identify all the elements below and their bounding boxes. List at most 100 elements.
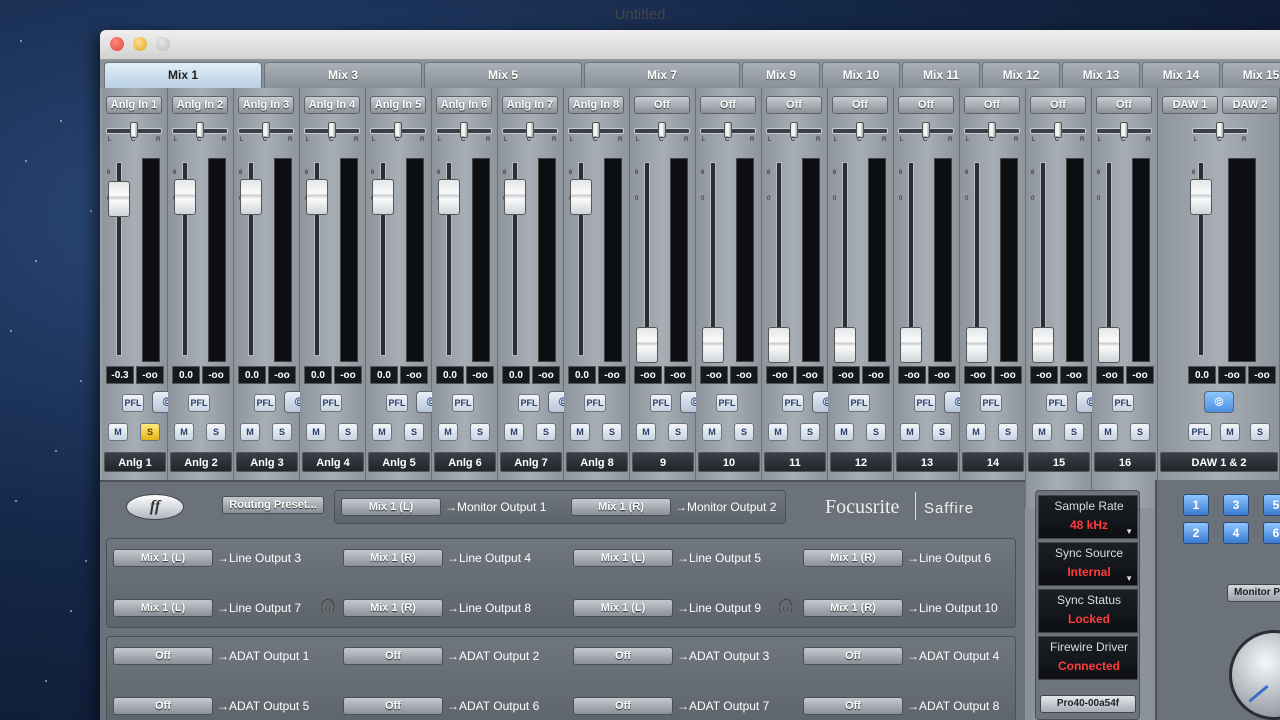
- pan-knob[interactable]: [1054, 122, 1062, 138]
- solo-button[interactable]: S: [404, 423, 424, 441]
- input-source-button[interactable]: Off: [634, 96, 690, 114]
- solo-button[interactable]: S: [734, 423, 754, 441]
- fader-knob[interactable]: [834, 327, 856, 363]
- mute-button[interactable]: M: [636, 423, 656, 441]
- mute-button[interactable]: M: [900, 423, 920, 441]
- solo-button[interactable]: S: [536, 423, 556, 441]
- mute-button[interactable]: M: [306, 423, 326, 441]
- fader-knob[interactable]: [768, 327, 790, 363]
- routing-source-button[interactable]: Off: [343, 647, 443, 665]
- pan-knob[interactable]: [526, 122, 534, 138]
- fader-knob[interactable]: [174, 179, 196, 215]
- pan-knob[interactable]: [724, 122, 732, 138]
- input-source-button[interactable]: Anlg In 4: [304, 96, 360, 114]
- mute-button[interactable]: M: [1098, 423, 1118, 441]
- input-source-button[interactable]: Anlg In 3: [238, 96, 294, 114]
- input-source-button[interactable]: Off: [766, 96, 822, 114]
- pfl-button[interactable]: PFL: [782, 394, 804, 412]
- pfl-button[interactable]: PFL: [584, 394, 606, 412]
- input-source-button[interactable]: Off: [700, 96, 756, 114]
- mute-button[interactable]: M: [768, 423, 788, 441]
- input-source-button[interactable]: Off: [832, 96, 888, 114]
- routing-source-button[interactable]: Mix 1 (R): [803, 549, 903, 567]
- pan-knob[interactable]: [460, 122, 468, 138]
- routing-source-button[interactable]: Off: [113, 647, 213, 665]
- solo-button[interactable]: S: [800, 423, 820, 441]
- pfl-button[interactable]: PFL: [716, 394, 738, 412]
- pan-slider[interactable]: LCR: [700, 122, 756, 144]
- pfl-button[interactable]: PFL: [914, 394, 936, 412]
- monitor-preset-button[interactable]: Monitor P: [1227, 584, 1280, 602]
- routing-source-button[interactable]: Off: [573, 647, 673, 665]
- mute-button[interactable]: M: [834, 423, 854, 441]
- pan-slider[interactable]: LCR: [634, 122, 690, 144]
- fader-knob[interactable]: [1032, 327, 1054, 363]
- fader-knob[interactable]: [702, 327, 724, 363]
- fader-knob[interactable]: [636, 327, 658, 363]
- pan-slider[interactable]: LCR: [766, 122, 822, 144]
- pfl-button[interactable]: PFL: [518, 394, 540, 412]
- pan-slider[interactable]: LCR: [568, 122, 624, 144]
- pan-knob[interactable]: [328, 122, 336, 138]
- routing-source-button[interactable]: Mix 1 (L): [573, 549, 673, 567]
- close-button[interactable]: [110, 37, 124, 51]
- tab-mix-13[interactable]: Mix 13: [1062, 62, 1140, 88]
- pan-slider[interactable]: LCR: [964, 122, 1020, 144]
- pan-slider[interactable]: LCR: [832, 122, 888, 144]
- pan-knob[interactable]: [262, 122, 270, 138]
- pfl-button[interactable]: PFL: [650, 394, 672, 412]
- input-source-button[interactable]: Anlg In 1: [106, 96, 162, 114]
- routing-source-button[interactable]: Mix 1 (R): [343, 549, 443, 567]
- routing-source-button[interactable]: Mix 1 (L): [113, 599, 213, 617]
- tab-mix-14[interactable]: Mix 14: [1142, 62, 1220, 88]
- routing-source-button[interactable]: Mix 1 (L): [113, 549, 213, 567]
- pfl-button[interactable]: PFL: [122, 394, 144, 412]
- pan-slider[interactable]: LCR: [1030, 122, 1086, 144]
- pan-slider[interactable]: LCR: [898, 122, 954, 144]
- tab-mix-12[interactable]: Mix 12: [982, 62, 1060, 88]
- pan-slider[interactable]: LCR: [172, 122, 228, 144]
- solo-button[interactable]: S: [272, 423, 292, 441]
- device-id-button[interactable]: Pro40-00a54f: [1040, 695, 1136, 713]
- tab-mix-7[interactable]: Mix 7: [584, 62, 740, 88]
- routing-source-button[interactable]: Off: [803, 647, 903, 665]
- pfl-button[interactable]: PFL: [848, 394, 870, 412]
- mute-button[interactable]: M: [438, 423, 458, 441]
- solo-button[interactable]: S: [338, 423, 358, 441]
- fader-knob[interactable]: [900, 327, 922, 363]
- mute-button[interactable]: M: [108, 423, 128, 441]
- routing-source-button[interactable]: Off: [113, 697, 213, 715]
- zoom-button[interactable]: [156, 37, 170, 51]
- input-source-button[interactable]: Off: [1030, 96, 1086, 114]
- input-source-button[interactable]: Off: [1096, 96, 1152, 114]
- solo-button[interactable]: S: [998, 423, 1018, 441]
- pan-slider[interactable]: LCR: [370, 122, 426, 144]
- fader-knob[interactable]: [108, 181, 130, 217]
- pan-slider[interactable]: LCR: [502, 122, 558, 144]
- input-source-button[interactable]: Off: [898, 96, 954, 114]
- pan-knob[interactable]: [922, 122, 930, 138]
- routing-source-button[interactable]: Mix 1 (L): [341, 498, 441, 516]
- pfl-button[interactable]: PFL: [188, 394, 210, 412]
- pan-knob[interactable]: [196, 122, 204, 138]
- pan-slider[interactable]: LCR: [1192, 122, 1248, 144]
- pan-knob[interactable]: [1216, 122, 1224, 138]
- mute-button[interactable]: M: [570, 423, 590, 441]
- minimize-button[interactable]: [133, 37, 147, 51]
- routing-source-button[interactable]: Mix 1 (R): [803, 599, 903, 617]
- speaker-select-button-5[interactable]: 5: [1263, 494, 1280, 516]
- status-sample-rate[interactable]: Sample Rate 48 kHz ▼: [1038, 495, 1138, 539]
- pan-slider[interactable]: LCR: [1096, 122, 1152, 144]
- input-source-button-daw-2[interactable]: DAW 2: [1222, 96, 1278, 114]
- solo-button[interactable]: S: [668, 423, 688, 441]
- mute-button[interactable]: M: [702, 423, 722, 441]
- input-source-button[interactable]: Anlg In 2: [172, 96, 228, 114]
- fader-knob[interactable]: [438, 179, 460, 215]
- mute-button[interactable]: M: [504, 423, 524, 441]
- tab-mix-10[interactable]: Mix 10: [822, 62, 900, 88]
- tab-mix-3[interactable]: Mix 3: [264, 62, 422, 88]
- pan-knob[interactable]: [394, 122, 402, 138]
- input-source-button-daw-1[interactable]: DAW 1: [1162, 96, 1218, 114]
- speaker-select-button-3[interactable]: 3: [1223, 494, 1249, 516]
- mute-button[interactable]: M: [174, 423, 194, 441]
